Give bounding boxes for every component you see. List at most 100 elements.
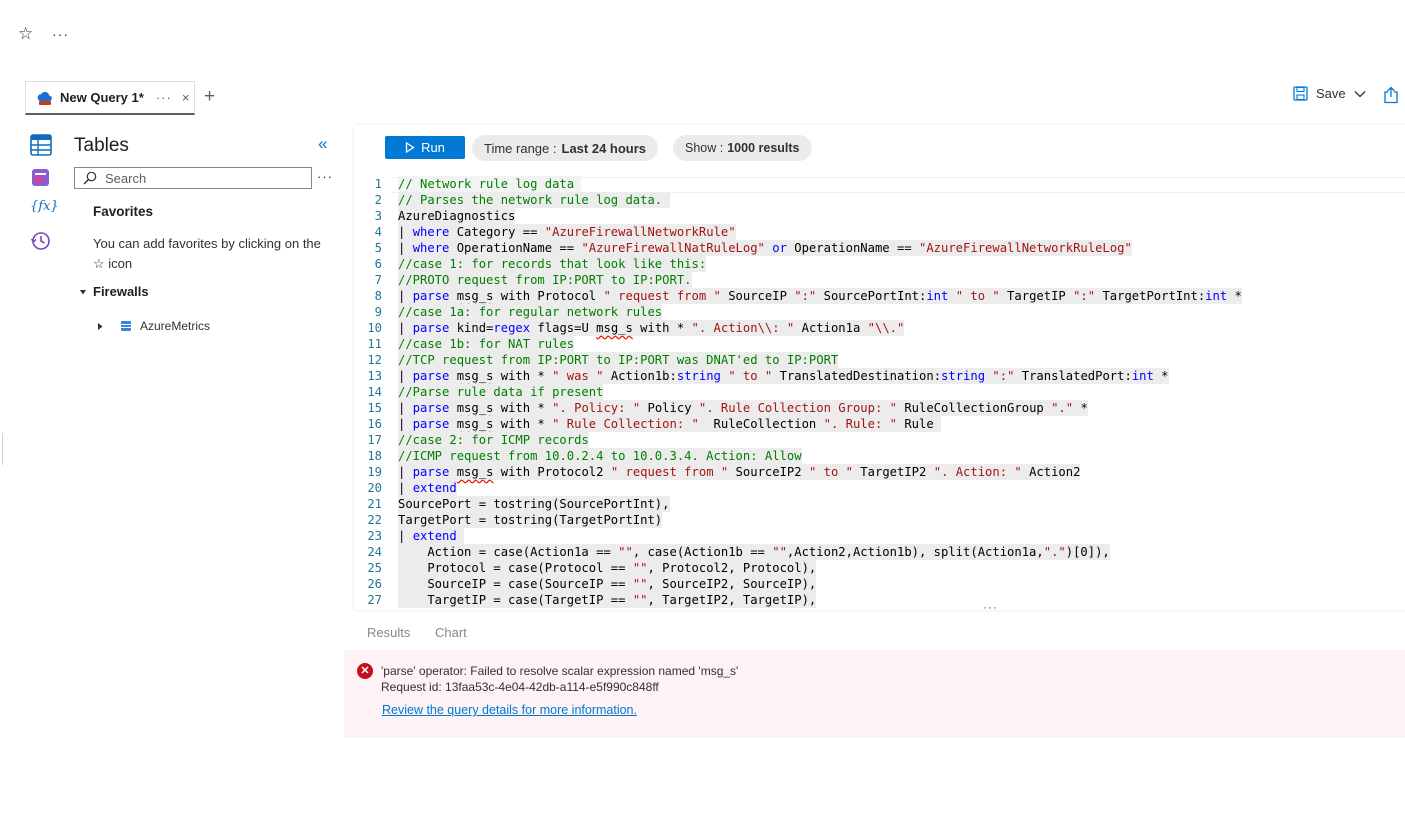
line-number: 26 — [367, 577, 382, 591]
add-tab-icon[interactable]: + — [204, 86, 215, 108]
more-options-icon[interactable]: ··· — [52, 26, 69, 42]
share-icon — [1384, 86, 1398, 104]
save-button[interactable]: Save — [1293, 86, 1366, 101]
code-text: //TCP request from IP:PORT to IP:PORT wa… — [398, 352, 839, 368]
line-number: 3 — [374, 209, 382, 223]
tables-icon[interactable] — [30, 134, 52, 156]
tables-pane-title: Tables — [74, 135, 129, 156]
tree-item-azuremetrics[interactable]: AzureMetrics — [96, 319, 210, 333]
line-number: 7 — [374, 273, 382, 287]
history-icon[interactable] — [30, 230, 52, 252]
code-text: | extend — [398, 480, 457, 496]
query-details-link[interactable]: Review the query details for more inform… — [382, 703, 637, 717]
code-text: //case 1b: for NAT rules — [398, 336, 575, 352]
chevron-down-icon — [1354, 90, 1366, 97]
line-number: 4 — [374, 225, 382, 239]
line-number: 9 — [374, 305, 382, 319]
error-request-id: Request id: 13faa53c-4e04-42db-a114-e5f9… — [381, 680, 659, 694]
collapse-pane-icon[interactable]: « — [318, 134, 327, 154]
code-text: //ICMP request from 10.0.2.4 to 10.0.3.4… — [398, 448, 802, 464]
functions-icon[interactable]: {fx} — [30, 199, 59, 221]
code-text: //Parse rule data if present — [398, 384, 604, 400]
error-message: 'parse' operator: Failed to resolve scal… — [381, 664, 739, 678]
code-text: // Network rule log data — [398, 176, 582, 192]
tab-more-icon[interactable]: ··· — [156, 90, 172, 105]
tab-label: New Query 1* — [60, 90, 144, 105]
line-number: 8 — [374, 289, 382, 303]
tree-group-label: Firewalls — [93, 284, 149, 299]
show-results-picker[interactable]: Show : 1000 results — [673, 135, 812, 161]
code-text: //PROTO request from IP:PORT to IP:PORT. — [398, 272, 692, 288]
code-text: | parse msg_s with Protocol " request fr… — [398, 288, 1242, 304]
line-number: 15 — [367, 401, 382, 415]
code-text: SourceIP = case(SourceIP == "", SourceIP… — [398, 576, 817, 592]
pane-more-icon[interactable]: ··· — [317, 169, 333, 184]
line-number: 19 — [367, 465, 382, 479]
code-text: //case 1a: for regular network rules — [398, 304, 663, 320]
line-number: 6 — [374, 257, 382, 271]
line-number: 23 — [367, 529, 382, 543]
show-label: Show : — [685, 141, 724, 155]
favorites-heading: Favorites — [93, 204, 154, 219]
cloud-query-icon — [37, 91, 52, 105]
code-text: AzureDiagnostics — [398, 208, 516, 224]
caret-right-icon[interactable] — [96, 322, 104, 331]
tab-new-query[interactable]: New Query 1* ··· × — [25, 81, 195, 115]
code-text: //case 2: for ICMP records — [398, 432, 589, 448]
save-label: Save — [1316, 86, 1346, 101]
time-range-value: Last 24 hours — [561, 140, 647, 156]
line-number: 24 — [367, 545, 382, 559]
queries-icon[interactable] — [30, 167, 52, 189]
code-text: Action = case(Action1a == "", case(Actio… — [398, 544, 1110, 560]
line-number: 18 — [367, 449, 382, 463]
resize-handle-icon[interactable]: ··· — [983, 600, 998, 614]
save-icon — [1293, 86, 1308, 101]
code-text: Protocol = case(Protocol == "", Protocol… — [398, 560, 817, 576]
favorites-hint-text: You can add favorites by clicking on the — [93, 236, 321, 251]
time-range-label: Time range : — [484, 140, 557, 156]
line-number: 25 — [367, 561, 382, 575]
code-text: | parse kind=regex flags=U msg_s with * … — [398, 320, 905, 336]
code-text: | parse msg_s with * " Rule Collection: … — [398, 416, 942, 432]
table-icon — [121, 321, 131, 331]
search-input[interactable] — [105, 170, 295, 186]
line-number: 11 — [367, 337, 382, 351]
query-editor[interactable]: 1 // Network rule log data 2 // Parses the… — [354, 176, 1405, 608]
show-value: 1000 results — [727, 141, 800, 155]
line-number: 27 — [367, 593, 382, 607]
time-range-picker[interactable]: Time range : Last 24 hours — [472, 135, 659, 161]
code-text: SourcePort = tostring(SourcePortInt), — [398, 496, 670, 512]
caret-down-icon — [80, 289, 86, 294]
tab-results[interactable]: Results — [367, 625, 410, 640]
line-number: 17 — [367, 433, 382, 447]
run-label: Run — [421, 140, 445, 155]
line-number: 2 — [374, 193, 382, 207]
code-text: // Parses the network rule log data. — [398, 192, 670, 208]
line-number: 13 — [367, 369, 382, 383]
share-button[interactable] — [1383, 86, 1399, 109]
star-icon: ☆ — [93, 256, 105, 271]
code-text: | parse msg_s with * ". Policy: " Policy… — [398, 400, 1088, 416]
line-number: 16 — [367, 417, 382, 431]
line-number: 12 — [367, 353, 382, 367]
line-number: 1 — [374, 177, 382, 191]
run-button[interactable]: Run — [385, 136, 465, 159]
play-icon — [405, 142, 415, 153]
favorite-star-icon[interactable]: ☆ — [18, 24, 33, 44]
error-icon: ✕ — [357, 663, 373, 679]
code-text: TargetIP = case(TargetIP == "", TargetIP… — [398, 592, 817, 608]
tab-chart[interactable]: Chart — [435, 625, 467, 640]
code-text: | where Category == "AzureFirewallNetwor… — [398, 224, 736, 240]
line-number: 20 — [367, 481, 382, 495]
splitter-handle[interactable] — [0, 433, 3, 465]
search-box[interactable] — [74, 167, 312, 189]
tree-group-firewalls[interactable]: Firewalls — [79, 284, 149, 299]
line-number: 10 — [367, 321, 382, 335]
line-number: 5 — [374, 241, 382, 255]
code-text: TargetPort = tostring(TargetPortInt) — [398, 512, 663, 528]
favorites-hint: You can add favorites by clicking on the… — [93, 234, 323, 274]
code-text: | where OperationName == "AzureFirewallN… — [398, 240, 1132, 256]
code-text: | extend — [398, 528, 465, 544]
line-number: 21 — [367, 497, 382, 511]
close-icon[interactable]: × — [182, 90, 190, 105]
